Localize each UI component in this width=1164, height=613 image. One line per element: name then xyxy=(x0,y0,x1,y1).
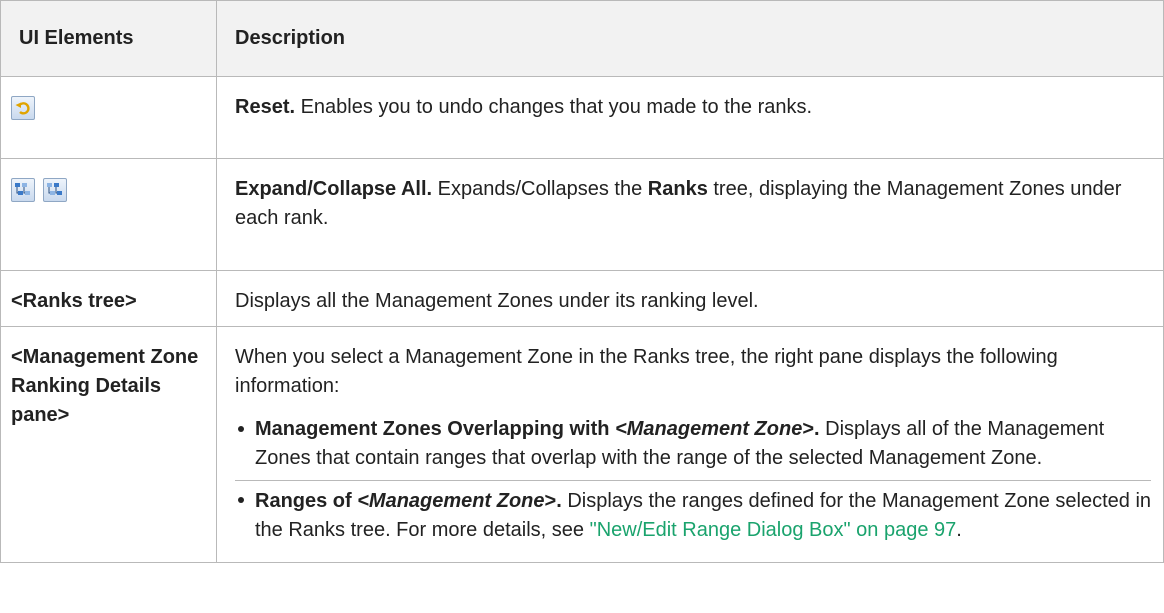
header-ui-elements: UI Elements xyxy=(0,0,217,77)
description-cell-ranks-tree: Displays all the Management Zones under … xyxy=(216,270,1164,327)
text-expand-a: Expands/Collapses the xyxy=(432,178,648,200)
bullet1-term-italic: <Management Zone xyxy=(615,418,803,440)
table-row-expand-collapse: Expand/Collapse All. Expands/Collapses t… xyxy=(0,158,1164,271)
header-description: Description xyxy=(216,0,1164,77)
element-cell-ranks-tree: <Ranks tree> xyxy=(0,270,217,327)
bullet2-term-italic: <Management Zone xyxy=(357,490,545,512)
element-ranks-tree: <Ranks tree> xyxy=(11,290,137,312)
description-cell-reset: Reset. Enables you to undo changes that … xyxy=(216,76,1164,159)
collapse-all-icon[interactable] xyxy=(42,177,67,202)
bullet2-term-a: Ranges of xyxy=(255,490,358,512)
term-reset: Reset. xyxy=(235,96,296,118)
table-row-ranks-tree: <Ranks tree> Displays all the Management… xyxy=(0,270,1164,327)
term-ranks: Ranks xyxy=(647,178,708,200)
bullet1-term-a: Management Zones Overlapping with xyxy=(255,418,616,440)
element-cell-expand xyxy=(0,158,217,271)
term-expand-collapse: Expand/Collapse All. xyxy=(235,178,433,200)
bullet1-term-b: >. xyxy=(802,418,820,440)
description-cell-expand: Expand/Collapse All. Expands/Collapses t… xyxy=(216,158,1164,271)
reset-undo-icon[interactable] xyxy=(11,95,35,120)
table-header-row: UI Elements Description xyxy=(0,0,1164,77)
description-cell-details-pane: When you select a Management Zone in the… xyxy=(216,326,1164,563)
element-details-pane: <Management Zone Ranking Details pane> xyxy=(11,346,199,426)
element-cell-details-pane: <Management Zone Ranking Details pane> xyxy=(0,326,217,563)
details-bullet-list: Management Zones Overlapping with <Manag… xyxy=(235,407,1151,552)
bullet2-term-b: >. xyxy=(544,490,562,512)
bullet2-end: . xyxy=(956,519,962,541)
text-reset: Enables you to undo changes that you mad… xyxy=(295,96,813,118)
expand-all-icon[interactable] xyxy=(11,177,35,202)
list-item-ranges: Ranges of <Management Zone>. Displays th… xyxy=(235,480,1151,552)
element-cell-reset xyxy=(0,76,217,159)
table-row-details-pane: <Management Zone Ranking Details pane> W… xyxy=(0,326,1164,563)
ui-elements-table: UI Elements Description Reset. Enables y… xyxy=(0,0,1164,563)
table-row-reset: Reset. Enables you to undo changes that … xyxy=(0,76,1164,159)
list-item-overlapping: Management Zones Overlapping with <Manag… xyxy=(235,407,1151,480)
details-intro: When you select a Management Zone in the… xyxy=(235,346,1058,397)
new-edit-range-dialog-link[interactable]: "New/Edit Range Dialog Box" on page 97 xyxy=(590,519,957,541)
